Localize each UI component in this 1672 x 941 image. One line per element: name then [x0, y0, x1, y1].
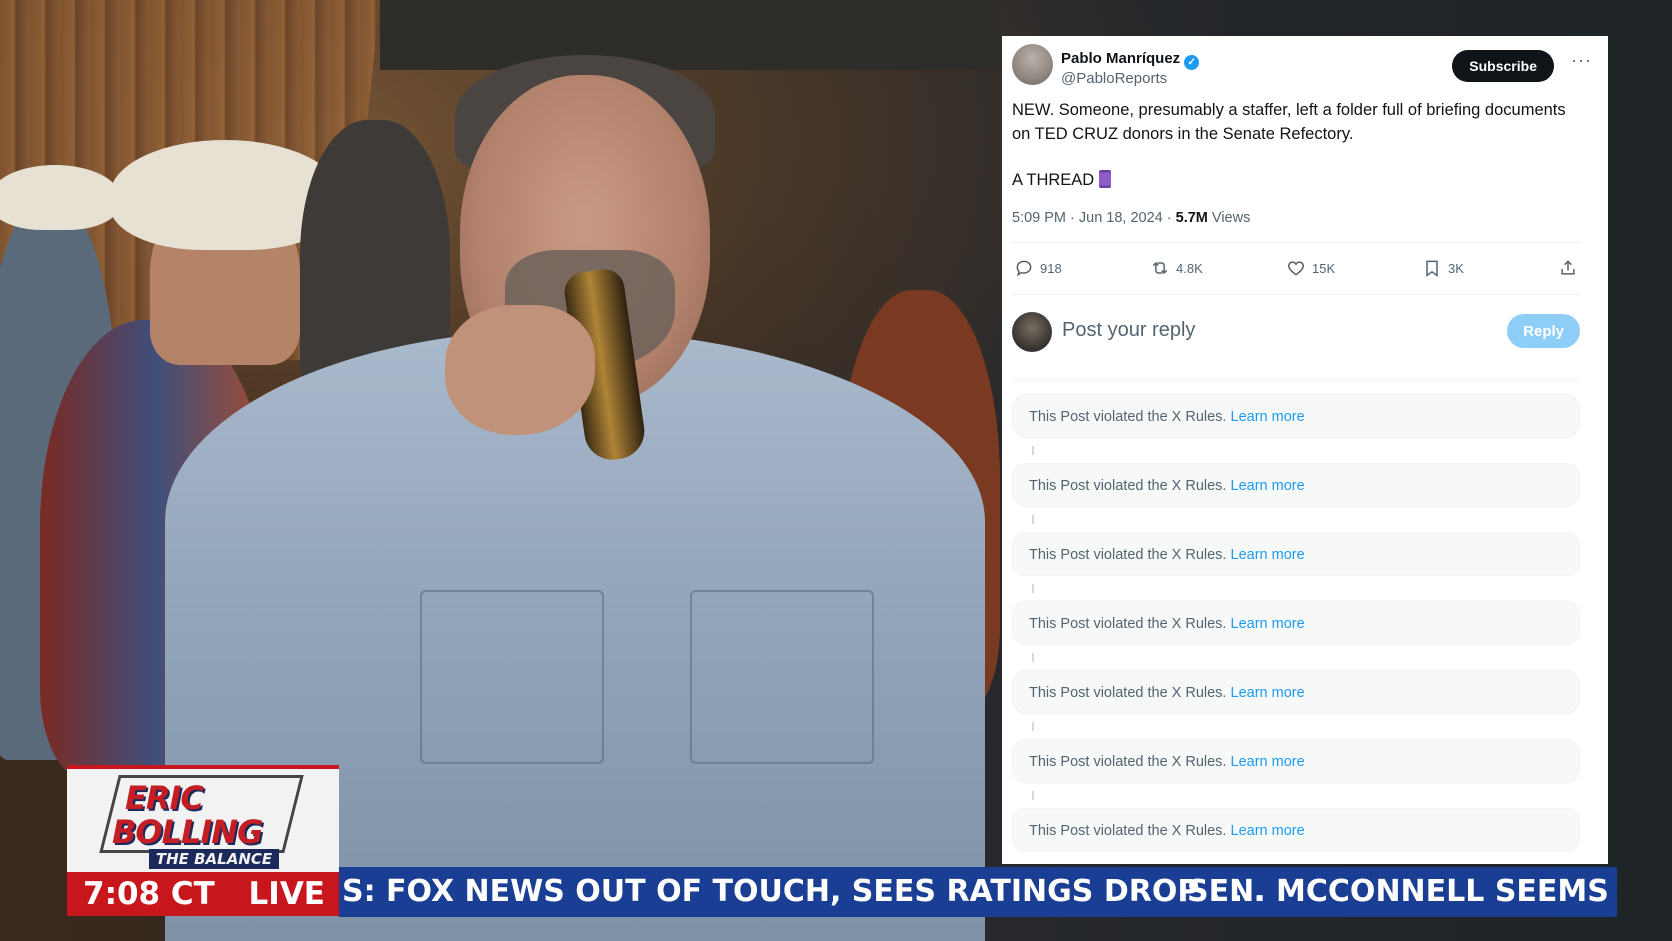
reply-button[interactable]: Reply	[1507, 314, 1580, 348]
show-name-line2: BOLLING	[112, 813, 263, 851]
more-options-icon[interactable]: ···	[1571, 50, 1592, 71]
learn-more-link[interactable]: Learn more	[1231, 685, 1305, 701]
violation-text: This Post violated the X Rules.	[1029, 616, 1231, 632]
violated-post-notice: This Post violated the X Rules. Learn mo…	[1012, 463, 1580, 507]
show-name-line1: ERIC	[125, 779, 204, 817]
thread-connector	[1032, 446, 1034, 455]
thread-connector	[1032, 791, 1034, 800]
learn-more-link[interactable]: Learn more	[1231, 478, 1305, 494]
like-action[interactable]: 15K	[1286, 258, 1335, 278]
verified-badge-icon: ✓	[1184, 55, 1200, 70]
divider	[1012, 380, 1580, 381]
repost-icon	[1152, 261, 1168, 275]
live-label: LIVE	[248, 876, 325, 912]
views-count: 5.7M	[1175, 210, 1208, 226]
violation-text: This Post violated the X Rules.	[1029, 754, 1231, 770]
shirt-pocket-left	[420, 590, 604, 764]
broadcast-time: 7:08 CT	[83, 876, 215, 912]
author-name-row[interactable]: Pablo Manríquez ✓	[1061, 50, 1200, 70]
violated-post-notice: This Post violated the X Rules. Learn mo…	[1012, 670, 1580, 714]
violation-text: This Post violated the X Rules.	[1029, 823, 1231, 839]
ticker-headline-1: S: FOX NEWS OUT OF TOUCH, SEES RATINGS D…	[342, 874, 1265, 909]
author-avatar[interactable]	[1012, 44, 1053, 85]
views-label: Views	[1207, 210, 1251, 226]
repost-count: 4.8K	[1176, 260, 1203, 276]
repost-action[interactable]: 4.8K	[1150, 258, 1203, 278]
learn-more-link[interactable]: Learn more	[1231, 754, 1305, 770]
violation-text: This Post violated the X Rules.	[1029, 685, 1231, 701]
thread-connector	[1032, 515, 1034, 524]
show-logo: ERIC BOLLING THE BALANCE	[67, 765, 339, 876]
share-icon	[1561, 260, 1575, 275]
author-name[interactable]: Pablo Manríquez	[1061, 50, 1180, 67]
violation-text: This Post violated the X Rules.	[1029, 547, 1231, 563]
learn-more-link[interactable]: Learn more	[1231, 616, 1305, 632]
shirt-pocket-right	[690, 590, 874, 764]
divider	[1012, 242, 1580, 243]
ticker-headline-2: SEN. MCCONNELL SEEMS TO	[1187, 874, 1617, 909]
learn-more-link[interactable]: Learn more	[1231, 547, 1305, 563]
action-bar: 918 4.8K 15K 3K	[1012, 258, 1578, 288]
cowboy-hat	[0, 165, 120, 230]
bookmark-icon	[1426, 260, 1438, 277]
thread-connector	[1032, 653, 1034, 662]
tweet-timestamp[interactable]: 5:09 PM · Jun 18, 2024 ·	[1012, 210, 1176, 226]
bookmark-count: 3K	[1448, 260, 1464, 276]
ceiling-beam	[380, 0, 1000, 70]
thread-connector	[1032, 722, 1034, 731]
violated-post-notice: This Post violated the X Rules. Learn mo…	[1012, 532, 1580, 576]
reply-composer: Reply	[1012, 312, 1580, 354]
like-count: 15K	[1312, 260, 1336, 276]
violated-post-notice: This Post violated the X Rules. Learn mo…	[1012, 808, 1580, 852]
news-ticker: S: FOX NEWS OUT OF TOUCH, SEES RATINGS D…	[339, 867, 1617, 917]
time-bar: 7:08 CT LIVE	[67, 872, 339, 916]
share-action[interactable]	[1558, 258, 1578, 278]
reply-action[interactable]: 918	[1014, 258, 1062, 278]
subscribe-button[interactable]: Subscribe	[1452, 50, 1554, 82]
author-handle[interactable]: @PabloReports	[1061, 70, 1167, 87]
tweet-text: NEW. Someone, presumably a staffer, left…	[1012, 101, 1566, 143]
tweet-meta: 5:09 PM · Jun 18, 2024 · 5.7M Views	[1012, 210, 1250, 226]
violated-post-notice: This Post violated the X Rules. Learn mo…	[1012, 394, 1580, 438]
user-avatar[interactable]	[1012, 312, 1052, 352]
reply-input[interactable]	[1060, 318, 1444, 343]
learn-more-link[interactable]: Learn more	[1231, 823, 1305, 839]
thread-label: A THREAD	[1012, 171, 1095, 189]
tweet-card: Pablo Manríquez ✓ @PabloReports Subscribe…	[1002, 36, 1608, 864]
man-hand	[445, 305, 595, 435]
violation-text: This Post violated the X Rules.	[1029, 409, 1231, 425]
heart-icon	[1287, 261, 1305, 276]
bookmark-action[interactable]: 3K	[1422, 258, 1464, 278]
violated-post-notice: This Post violated the X Rules. Learn mo…	[1012, 601, 1580, 645]
thread-connector	[1032, 584, 1034, 593]
reply-icon	[1016, 260, 1032, 277]
show-subtitle: THE BALANCE	[149, 849, 279, 869]
tweet-header: Pablo Manríquez ✓ @PabloReports Subscribe…	[1012, 44, 1598, 88]
violated-post-notice: This Post violated the X Rules. Learn mo…	[1012, 739, 1580, 783]
thread-spool-icon	[1099, 170, 1112, 188]
reply-count: 918	[1040, 260, 1062, 276]
violation-text: This Post violated the X Rules.	[1029, 478, 1231, 494]
learn-more-link[interactable]: Learn more	[1231, 409, 1305, 425]
thread-label-row: A THREAD	[1012, 170, 1112, 190]
divider	[1012, 294, 1580, 295]
